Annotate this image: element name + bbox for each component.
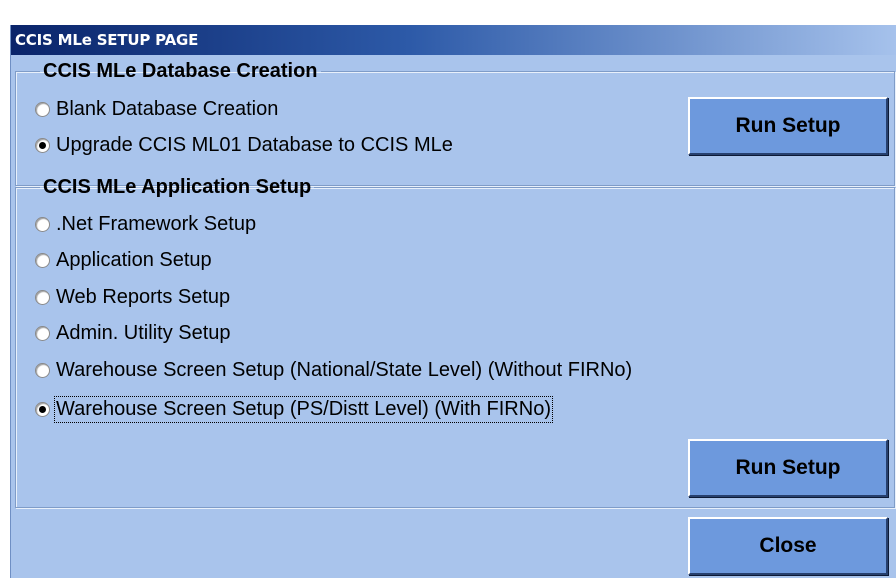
close-button[interactable]: Close — [688, 517, 888, 575]
radio-label: .Net Framework Setup — [56, 212, 257, 235]
radio-label: Admin. Utility Setup — [56, 321, 231, 344]
radio-web-reports-setup[interactable]: Web Reports Setup — [35, 284, 230, 310]
radio-label: Upgrade CCIS ML01 Database to CCIS MLe — [56, 133, 453, 156]
application-run-setup-button[interactable]: Run Setup — [688, 439, 888, 497]
radio-button-icon[interactable] — [35, 216, 50, 232]
radio-label: Blank Database Creation — [56, 97, 279, 120]
window-title: CCIS MLe SETUP PAGE — [15, 31, 199, 49]
radio-blank-database-creation[interactable]: Blank Database Creation — [35, 96, 278, 122]
radio-button-icon[interactable] — [35, 325, 50, 341]
radio-button-icon[interactable] — [35, 362, 50, 378]
database-run-setup-button[interactable]: Run Setup — [688, 97, 888, 155]
radio-button-icon[interactable] — [35, 101, 50, 117]
radio-application-setup[interactable]: Application Setup — [35, 247, 212, 273]
radio-admin-utility-setup[interactable]: Admin. Utility Setup — [35, 320, 231, 346]
radio-button-icon[interactable] — [35, 252, 50, 268]
title-bar[interactable]: CCIS MLe SETUP PAGE — [11, 25, 896, 55]
setup-window: CCIS MLe SETUP PAGE CCIS MLe Database Cr… — [10, 25, 896, 578]
radio-label: Warehouse Screen Setup (PS/Distt Level) … — [54, 395, 553, 423]
radio-button-checked-icon[interactable] — [35, 401, 50, 417]
radio-label: Web Reports Setup — [56, 285, 231, 308]
radio-upgrade-database[interactable]: Upgrade CCIS ML01 Database to CCIS MLe — [35, 132, 453, 158]
radio-button-checked-icon[interactable] — [35, 137, 50, 153]
radio-label: Application Setup — [56, 248, 212, 271]
radio-warehouse-national-state[interactable]: Warehouse Screen Setup (National/State L… — [35, 357, 632, 383]
radio-button-icon[interactable] — [35, 289, 50, 305]
radio-label: Warehouse Screen Setup (National/State L… — [56, 358, 633, 381]
database-creation-group-title: CCIS MLe Database Creation — [43, 60, 318, 82]
radio-net-framework-setup[interactable]: .Net Framework Setup — [35, 211, 256, 237]
radio-warehouse-ps-distt[interactable]: Warehouse Screen Setup (PS/Distt Level) … — [35, 395, 553, 423]
application-setup-group-title: CCIS MLe Application Setup — [43, 176, 312, 198]
